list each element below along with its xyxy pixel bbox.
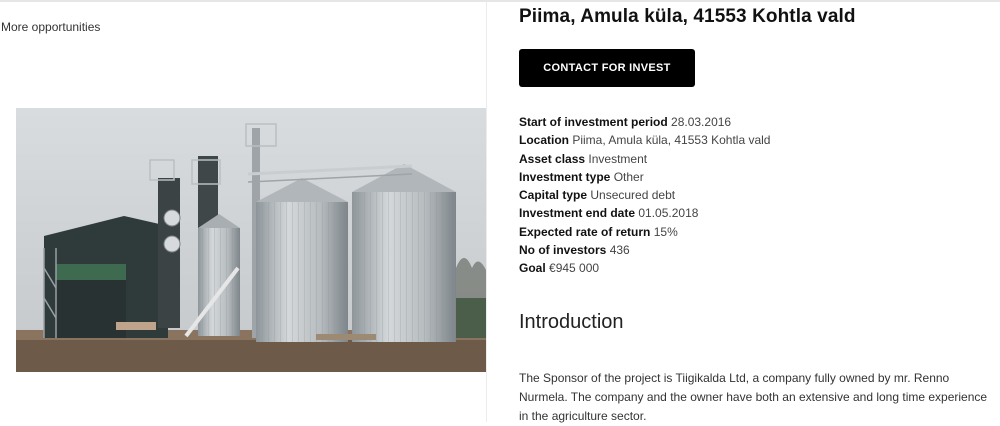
investment-details: Start of investment period 28.03.2016 Lo…	[519, 113, 770, 278]
detail-key: No of investors	[519, 243, 607, 258]
project-photo	[16, 108, 486, 372]
introduction-text: The Sponsor of the project is Tiigikalda…	[519, 371, 988, 423]
detail-key: Investment type	[519, 169, 611, 184]
detail-key: Location	[519, 133, 569, 148]
detail-row: Start of investment period 28.03.2016	[519, 113, 770, 131]
detail-row: Asset class Investment	[519, 150, 770, 168]
detail-value: 436	[609, 243, 630, 258]
detail-row: No of investors 436	[519, 241, 770, 259]
detail-row: Goal €945 000	[519, 259, 770, 277]
detail-value: 28.03.2016	[671, 115, 732, 129]
detail-key: Capital type	[519, 188, 588, 203]
detail-key: Investment end date	[519, 206, 636, 221]
detail-key: Expected rate of return	[519, 224, 651, 239]
introduction-heading: Introduction	[519, 311, 624, 333]
page-title: Piima, Amula küla, 41553 Kohtla vald	[519, 6, 856, 27]
detail-value: Piima, Amula küla, 41553 Kohtla vald	[572, 133, 771, 148]
detail-key: Asset class	[519, 151, 586, 166]
top-border	[0, 0, 1000, 2]
detail-row: Investment type Other	[519, 168, 770, 186]
more-opportunities-link[interactable]: More opportunities	[1, 20, 100, 34]
detail-key: Goal	[519, 261, 546, 276]
detail-value: Investment	[588, 151, 648, 166]
detail-row: Investment end date 01.05.2018	[519, 204, 770, 222]
detail-key: Start of investment period	[519, 115, 668, 129]
detail-value: Other	[613, 169, 644, 184]
detail-row: Capital type Unsecured debt	[519, 186, 770, 204]
column-divider	[486, 2, 487, 422]
detail-value: €945 000	[549, 261, 600, 276]
detail-row: Expected rate of return 15%	[519, 223, 770, 241]
detail-row: Location Piima, Amula küla, 41553 Kohtla…	[519, 131, 770, 149]
detail-value: 01.05.2018	[638, 206, 699, 221]
contact-for-invest-button[interactable]: CONTACT FOR INVEST	[519, 49, 695, 87]
detail-value: 15%	[653, 224, 678, 239]
detail-value: Unsecured debt	[590, 188, 676, 203]
